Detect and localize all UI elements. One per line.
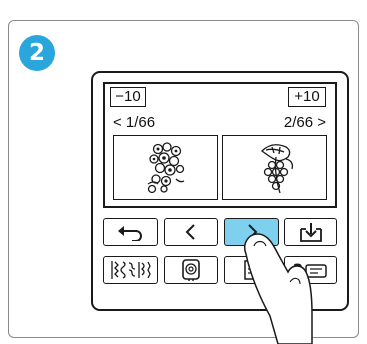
list-button[interactable] bbox=[224, 256, 279, 284]
current-page-indicator: < 1/66 bbox=[113, 114, 156, 131]
memory-save-button[interactable] bbox=[284, 218, 337, 246]
list-icon bbox=[243, 259, 261, 281]
help-button[interactable]: ? bbox=[284, 256, 337, 284]
back-button[interactable] bbox=[103, 218, 158, 246]
help-icon: ? bbox=[291, 259, 331, 281]
svg-text:?: ? bbox=[293, 261, 303, 281]
previous-page-button[interactable] bbox=[164, 218, 218, 246]
next-page-button[interactable] bbox=[224, 218, 279, 246]
chevron-left-icon bbox=[183, 222, 199, 242]
stitch-pattern-icon bbox=[109, 259, 153, 281]
minus-ten-button[interactable]: −10 bbox=[110, 87, 146, 107]
next-page-indicator: 2/66 > bbox=[283, 114, 326, 131]
embroidery-hoop-icon bbox=[179, 258, 203, 282]
leaf-grapes-icon bbox=[260, 143, 293, 193]
embroidery-button[interactable] bbox=[164, 256, 218, 284]
pattern-thumbnail-floral[interactable] bbox=[113, 135, 218, 200]
return-arrow-icon bbox=[116, 223, 146, 241]
memory-save-icon bbox=[298, 221, 324, 243]
pattern-thumbnail-leaf-grapes[interactable] bbox=[222, 135, 327, 200]
chevron-right-icon bbox=[244, 222, 260, 242]
plus-ten-button[interactable]: +10 bbox=[288, 87, 326, 107]
stitch-pattern-button[interactable] bbox=[103, 256, 158, 284]
step-number-badge: 2 bbox=[19, 35, 55, 71]
floral-cluster-icon bbox=[147, 141, 184, 193]
